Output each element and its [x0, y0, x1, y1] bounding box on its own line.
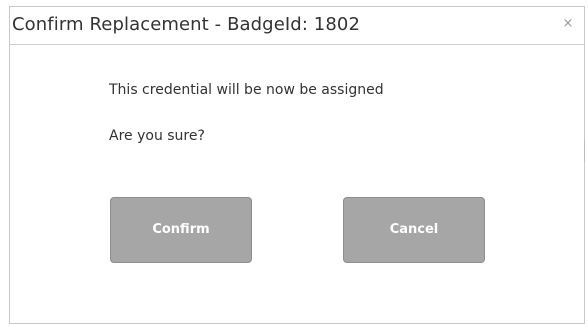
dialog-title: Confirm Replacement - BadgeId: 1802 [12, 14, 361, 35]
confirm-button[interactable]: Confirm [110, 197, 252, 263]
scrollbar-edge [584, 140, 585, 162]
cancel-button[interactable]: Cancel [343, 197, 485, 263]
dialog-message: This credential will be now be assigned [109, 82, 384, 98]
dialog-question: Are you sure? [109, 128, 205, 144]
dialog-titlebar: Confirm Replacement - BadgeId: 1802 × [10, 7, 584, 45]
close-icon[interactable]: × [561, 17, 575, 31]
confirm-replacement-dialog: Confirm Replacement - BadgeId: 1802 × Th… [9, 6, 585, 324]
